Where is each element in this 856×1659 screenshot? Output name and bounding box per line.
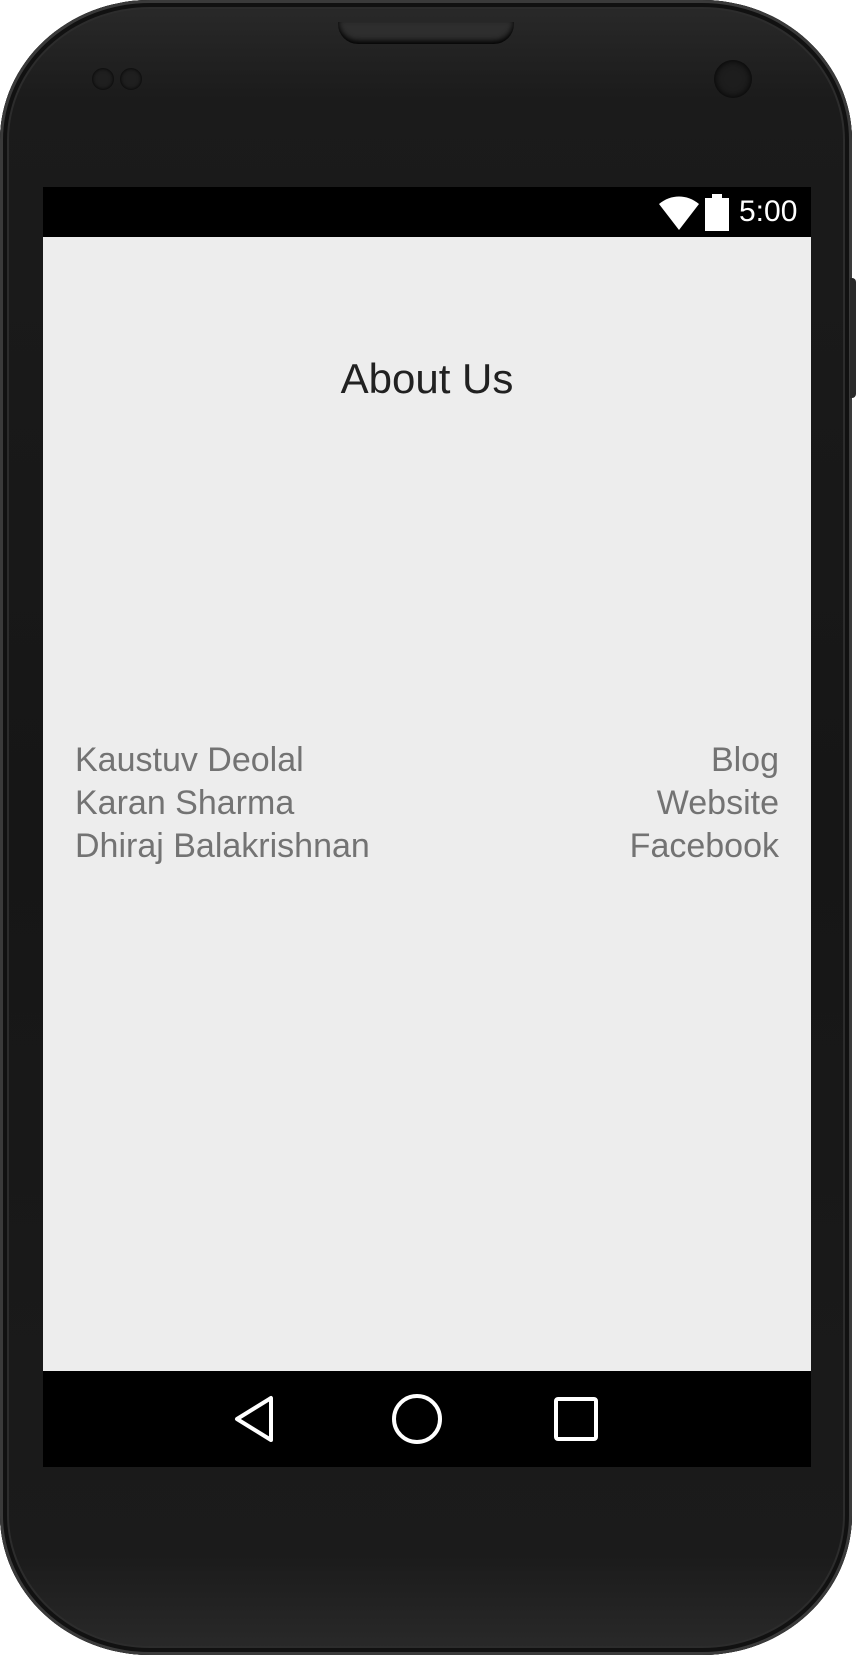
status-time: 5:00 [739,195,798,228]
navigation-bar [43,1371,811,1467]
team-member-name: Karan Sharma [75,784,295,822]
facebook-link[interactable]: Facebook [630,825,779,868]
light-sensor [120,68,142,90]
team-names-list: Kaustuv Deolal Karan Sharma Dhiraj Balak… [75,739,370,868]
status-bar: 5:00 [43,187,811,237]
back-triangle-icon [235,1396,273,1442]
device-screen: 5:00 About Us Kaustuv Deolal Karan Sharm… [43,187,811,1467]
back-button[interactable] [225,1389,285,1449]
home-circle-icon [392,1394,442,1444]
front-camera [714,60,752,98]
recents-button[interactable] [546,1389,606,1449]
website-link[interactable]: Website [630,782,779,825]
blog-link[interactable]: Blog [630,739,779,782]
battery-icon [705,194,729,231]
page-title: About Us [340,355,514,402]
recents-square-icon [554,1397,598,1441]
home-button[interactable] [387,1389,447,1449]
wifi-icon [659,196,699,230]
team-member-name: Dhiraj Balakrishnan [75,827,370,865]
power-button[interactable] [850,278,856,398]
team-member-name: Kaustuv Deolal [75,741,304,779]
team-links-list: Blog Website Facebook [630,739,779,868]
earpiece-speaker [338,22,514,44]
proximity-sensor [92,68,114,90]
about-content: About Us Kaustuv Deolal Karan Sharma Dhi… [43,237,811,1371]
